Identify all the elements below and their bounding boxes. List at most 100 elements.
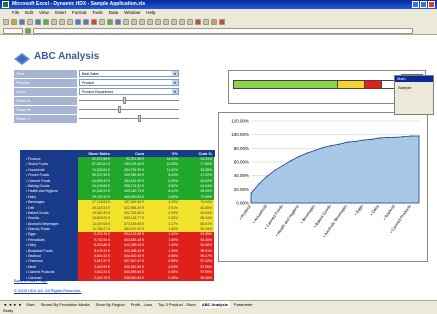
window-titlebar: Microsoft Excel - Dynamic HDX - Sample A…	[0, 0, 437, 9]
chart-wizard-icon[interactable]	[107, 18, 113, 25]
slider-thumb[interactable]	[123, 97, 126, 104]
x-tick-label: • Dairy	[369, 204, 380, 217]
copy-icon[interactable]	[59, 18, 65, 25]
share-c-slider[interactable]	[79, 115, 179, 122]
data-point	[314, 149, 316, 151]
percent-icon[interactable]	[203, 18, 209, 25]
chevron-down-icon[interactable]: ▼	[172, 71, 178, 76]
data-point	[370, 138, 372, 141]
undo-icon[interactable]	[75, 18, 81, 25]
tab-top3[interactable]: Top 3 Product - Store	[156, 301, 198, 308]
formula-input[interactable]	[33, 27, 413, 34]
close-button[interactable]	[428, 1, 435, 8]
data-point	[266, 175, 268, 177]
tab-profit-loss[interactable]: Profit - Loss	[129, 301, 154, 308]
data-point	[354, 140, 356, 143]
slider-thumb[interactable]	[138, 115, 141, 122]
control-row: Share B	[14, 106, 189, 114]
maximize-button[interactable]	[420, 1, 427, 8]
preview-icon[interactable]	[35, 18, 41, 25]
floating-panel[interactable]: Main Sample	[394, 75, 434, 115]
menu-window[interactable]: Window	[124, 9, 140, 17]
category-segment-b	[338, 81, 366, 88]
menu-format[interactable]: Format	[72, 9, 86, 17]
menu-insert[interactable]: Insert	[55, 9, 66, 17]
data-point	[410, 135, 412, 137]
currency-icon[interactable]	[195, 18, 201, 25]
menu-file[interactable]: File	[12, 9, 19, 17]
data-point	[306, 152, 308, 154]
dropdown-value: Product	[82, 81, 95, 85]
row-value: 635,840.63 €	[112, 275, 146, 281]
data-point	[378, 137, 380, 139]
menu-data[interactable]: Data	[109, 9, 119, 17]
chevron-down-icon[interactable]: ▼	[172, 80, 178, 85]
drawing-icon[interactable]	[115, 18, 121, 25]
tab-start[interactable]: Start	[24, 301, 36, 308]
tab-abc-analysis[interactable]: ABC Analysis	[199, 301, 230, 308]
tab-promotion-media[interactable]: Stored By Promotion Media	[39, 301, 92, 308]
sum-icon[interactable]	[91, 18, 97, 25]
excel-icon	[2, 1, 9, 8]
measure-dropdown[interactable]: Beat Sales ▼	[79, 70, 179, 77]
tab-nav-arrows[interactable]: ◄ ◄ ► ►	[3, 301, 22, 308]
font-name-icon[interactable]	[139, 18, 145, 25]
abc-logo-icon	[14, 53, 30, 65]
bold-icon[interactable]	[147, 18, 153, 25]
zoom-icon[interactable]	[123, 18, 129, 25]
table-row: • Carousel 2,240.79 €635,840.63 €0.35% 98.…	[20, 275, 215, 281]
align-right-icon[interactable]	[187, 18, 193, 25]
help-icon[interactable]	[131, 18, 137, 25]
row-value: 98.30%	[180, 275, 214, 281]
share-a-slider[interactable]	[79, 97, 179, 104]
header-store-sales: Store Sales	[88, 151, 110, 156]
align-center-icon[interactable]	[179, 18, 185, 25]
y-tick-label: 120.00%	[231, 119, 249, 124]
panel-item[interactable]: Sample	[395, 82, 433, 93]
dropdown-value: Product Department	[82, 90, 114, 94]
table-body: • Produce 92,571.95 €92,571.95 €14.31% 14.…	[20, 157, 215, 281]
copyright-link[interactable]: © 2005 HDX AG. All Rights Reserved.	[14, 288, 81, 293]
header-spacer	[20, 150, 78, 157]
y-tick-label: 60.00%	[234, 160, 249, 165]
italic-icon[interactable]	[155, 18, 161, 25]
open-icon[interactable]	[11, 18, 17, 25]
control-row: Product Product ▼	[14, 79, 189, 87]
name-box[interactable]	[3, 27, 23, 34]
underline-icon[interactable]	[163, 18, 169, 25]
table-header: Store Sales Cum V% Cum %	[20, 150, 215, 157]
redo-icon[interactable]	[83, 18, 89, 25]
category-segment-c	[365, 81, 382, 88]
header-cum: Cum	[135, 151, 144, 156]
header-pct: V%	[171, 151, 178, 156]
menu-edit[interactable]: Edit	[25, 9, 33, 17]
tab-parameter[interactable]: Parameter	[232, 301, 255, 308]
level-dropdown[interactable]: Product Department ▼	[79, 88, 179, 95]
control-label: Share A	[14, 97, 77, 105]
align-left-icon[interactable]	[171, 18, 177, 25]
paste-icon[interactable]	[67, 18, 73, 25]
tab-store-by-region[interactable]: Store By Region	[94, 301, 127, 308]
menu-view[interactable]: View	[39, 9, 49, 17]
cut-icon[interactable]	[51, 18, 57, 25]
fx-icon[interactable]	[25, 27, 31, 34]
save-icon[interactable]	[19, 18, 25, 25]
chevron-down-icon[interactable]: ▼	[172, 89, 178, 94]
y-tick-label: 20.00%	[234, 187, 249, 192]
spelling-icon[interactable]	[43, 18, 49, 25]
slider-thumb[interactable]	[118, 106, 121, 113]
data-point	[330, 145, 332, 147]
header-cum-pct: Cum %	[198, 151, 212, 156]
new-icon[interactable]	[3, 18, 9, 25]
back-to-start-link[interactable]: Back to Start Page	[14, 278, 47, 283]
print-icon[interactable]	[27, 18, 33, 25]
minimize-button[interactable]	[412, 1, 419, 8]
category-stacked-bar	[233, 80, 403, 89]
menu-help[interactable]: Help	[146, 9, 155, 17]
fill-color-icon[interactable]	[211, 18, 217, 25]
share-b-slider[interactable]	[79, 106, 179, 113]
font-color-icon[interactable]	[219, 18, 225, 25]
dimension-dropdown[interactable]: Product ▼	[79, 79, 179, 86]
sort-icon[interactable]	[99, 18, 105, 25]
menu-tools[interactable]: Tools	[92, 9, 103, 17]
